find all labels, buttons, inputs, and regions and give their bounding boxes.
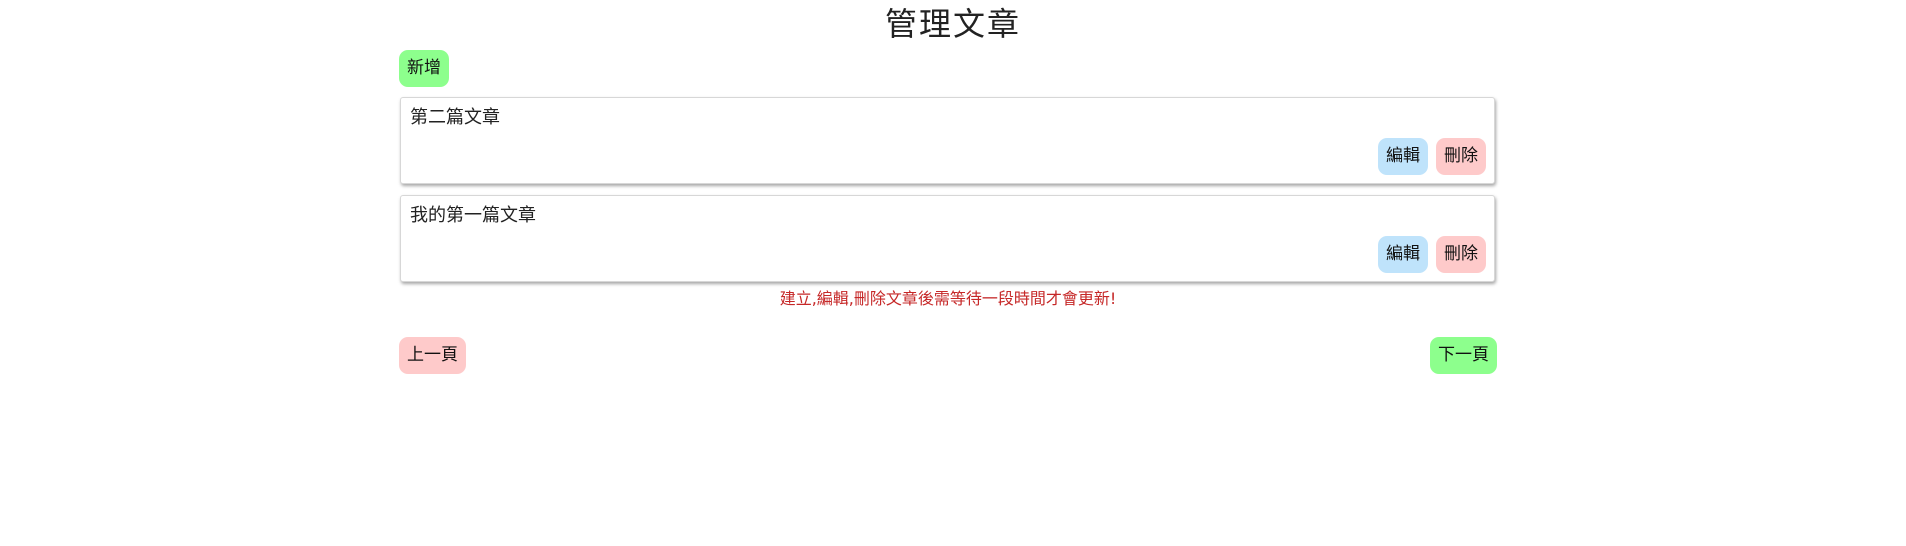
article-card: 第二篇文章 編輯 刪除 [400, 97, 1495, 184]
article-actions: 編輯 刪除 [1378, 138, 1486, 175]
article-actions: 編輯 刪除 [1378, 236, 1486, 273]
manage-articles-page: 管理文章 新增 第二篇文章 編輯 刪除 我的第一篇文章 編輯 刪除 建立,編輯,… [0, 0, 1906, 546]
page-title: 管理文章 [884, 5, 1021, 43]
article-title: 我的第一篇文章 [410, 205, 536, 226]
prev-page-button[interactable]: 上一頁 [399, 337, 466, 374]
delete-button[interactable]: 刪除 [1436, 138, 1486, 175]
delete-button[interactable]: 刪除 [1436, 236, 1486, 273]
edit-button[interactable]: 編輯 [1378, 138, 1428, 175]
article-card: 我的第一篇文章 編輯 刪除 [400, 195, 1495, 282]
next-page-button[interactable]: 下一頁 [1430, 337, 1497, 374]
edit-button[interactable]: 編輯 [1378, 236, 1428, 273]
add-article-button[interactable]: 新增 [399, 50, 449, 87]
article-title: 第二篇文章 [410, 107, 500, 128]
update-notice: 建立,編輯,刪除文章後需等待一段時間才會更新! [779, 289, 1117, 308]
